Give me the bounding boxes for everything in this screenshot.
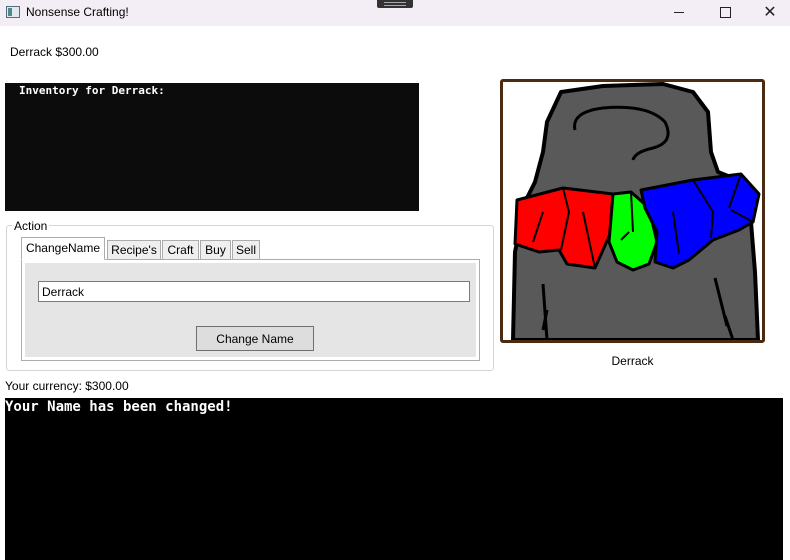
character-portrait-image bbox=[511, 82, 761, 340]
title-bar: Nonsense Crafting! ✕ bbox=[0, 0, 790, 26]
output-console: Your Name has been changed! bbox=[5, 398, 783, 560]
minimize-button[interactable] bbox=[656, 0, 702, 26]
action-group-label: Action bbox=[12, 219, 50, 233]
portrait-name-label: Derrack bbox=[611, 354, 654, 368]
currency-label: Your currency: $300.00 bbox=[5, 379, 129, 393]
window-title: Nonsense Crafting! bbox=[26, 5, 129, 19]
name-input[interactable] bbox=[38, 281, 470, 302]
app-window-icon bbox=[6, 6, 20, 18]
close-button[interactable]: ✕ bbox=[747, 0, 790, 26]
console-message: Your Name has been changed! bbox=[5, 399, 233, 415]
snap-grip-handle[interactable] bbox=[377, 0, 413, 8]
changename-tab-panel: Change Name bbox=[21, 259, 480, 361]
tab-buy[interactable]: Buy bbox=[200, 240, 231, 260]
changename-panel-body: Change Name bbox=[25, 263, 476, 357]
tab-craft[interactable]: Craft bbox=[162, 240, 199, 260]
change-name-button[interactable]: Change Name bbox=[196, 326, 314, 351]
inventory-display: Inventory for Derrack: bbox=[5, 83, 419, 211]
character-portrait bbox=[500, 79, 765, 343]
tab-recipes[interactable]: Recipe's bbox=[107, 240, 161, 260]
player-name-label: Derrack $300.00 bbox=[10, 45, 99, 59]
maximize-button[interactable] bbox=[702, 0, 748, 26]
tab-changename[interactable]: ChangeName bbox=[21, 237, 105, 260]
tab-sell[interactable]: Sell bbox=[232, 240, 260, 260]
inventory-text: Inventory for Derrack: bbox=[19, 84, 165, 97]
